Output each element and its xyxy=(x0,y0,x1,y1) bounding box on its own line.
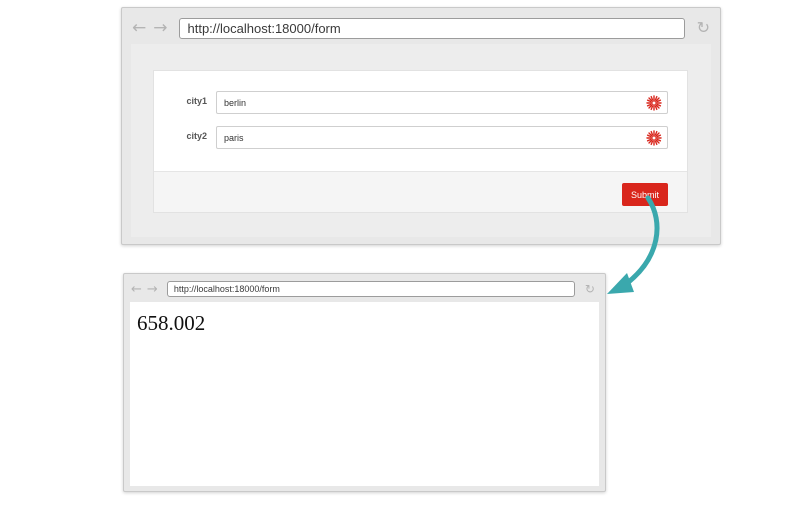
address-bar[interactable]: http://localhost:18000/form xyxy=(166,281,575,297)
form-row-city2: city2 paris xyxy=(154,126,687,150)
form-card: city1 berlin city2 paris Submit xyxy=(153,70,688,213)
spinner-icon xyxy=(646,95,662,111)
forward-arrow-icon[interactable]: → xyxy=(153,19,167,37)
address-bar[interactable]: http://localhost:18000/form xyxy=(178,17,685,39)
city1-value: berlin xyxy=(224,97,247,108)
result-value: 658.002 xyxy=(137,311,206,335)
browser-toolbar: ← → http://localhost:18000/form ↻ xyxy=(124,274,605,304)
spinner-icon xyxy=(646,130,662,146)
form-row-city1: city1 berlin xyxy=(154,91,687,115)
address-bar-url: http://localhost:18000/form xyxy=(173,284,280,294)
reload-icon[interactable]: ↻ xyxy=(697,20,710,36)
city1-input[interactable]: berlin xyxy=(216,91,668,114)
forward-arrow-icon[interactable]: → xyxy=(147,283,158,296)
city2-value: paris xyxy=(224,132,244,143)
city2-input[interactable]: paris xyxy=(216,126,668,149)
submit-button[interactable]: Submit xyxy=(622,183,668,206)
stage: ← → http://localhost:18000/form ↻ city1 … xyxy=(0,0,800,523)
page-viewport: city1 berlin city2 paris Submit xyxy=(131,44,711,237)
address-bar-url: http://localhost:18000/form xyxy=(187,20,341,36)
back-arrow-icon[interactable]: ← xyxy=(132,19,146,37)
back-arrow-icon[interactable]: ← xyxy=(131,283,142,296)
browser-window-result: ← → http://localhost:18000/form ↻ 658.00… xyxy=(123,273,606,492)
form-footer: Submit xyxy=(154,171,687,212)
page-viewport: 658.002 xyxy=(130,302,599,486)
city2-label: city2 xyxy=(186,131,207,141)
browser-window-form: ← → http://localhost:18000/form ↻ city1 … xyxy=(121,7,721,245)
browser-toolbar: ← → http://localhost:18000/form ↻ xyxy=(122,8,720,48)
form-body: city1 berlin city2 paris xyxy=(154,71,687,171)
reload-icon[interactable]: ↻ xyxy=(585,283,595,295)
city1-label: city1 xyxy=(186,96,207,106)
